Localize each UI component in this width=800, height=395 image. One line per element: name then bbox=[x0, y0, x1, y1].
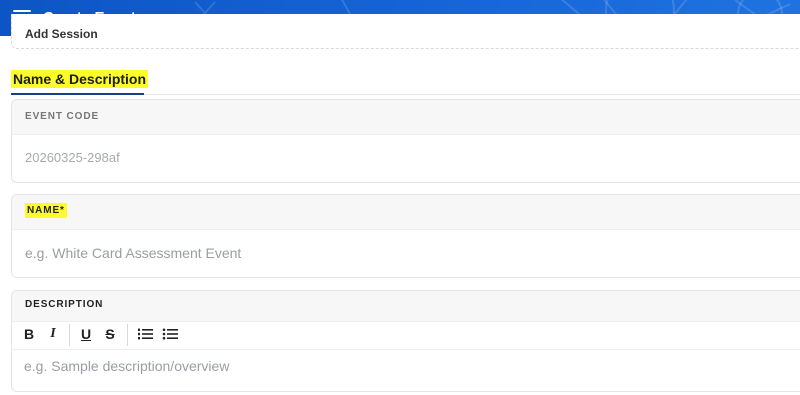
description-header: DESCRIPTION bbox=[12, 291, 800, 322]
add-session-card[interactable] bbox=[11, 14, 800, 49]
event-code-label: EVENT CODE bbox=[25, 111, 100, 122]
italic-glyph: I bbox=[50, 326, 56, 341]
section-title: Name & Description bbox=[11, 70, 149, 88]
name-input[interactable] bbox=[25, 245, 725, 261]
underline-icon[interactable]: U bbox=[77, 325, 95, 343]
event-code-card: EVENT CODE 20260325-298af bbox=[11, 99, 800, 183]
event-code-value: 20260325-298af bbox=[25, 150, 120, 165]
ordered-list-icon[interactable] bbox=[136, 325, 154, 343]
strikethrough-icon[interactable]: S bbox=[101, 325, 119, 343]
italic-icon[interactable]: I bbox=[44, 325, 62, 343]
toolbar-divider bbox=[11, 349, 800, 350]
add-session-label: Add Session bbox=[25, 27, 98, 41]
bold-glyph: B bbox=[23, 326, 35, 342]
bullet-list-svg bbox=[162, 328, 178, 340]
section-divider bbox=[144, 94, 800, 95]
toolbar-separator bbox=[127, 324, 128, 346]
name-label: NAME* bbox=[25, 203, 67, 218]
name-card: NAME* bbox=[11, 194, 800, 278]
name-header: NAME* bbox=[12, 195, 800, 230]
description-editor[interactable] bbox=[24, 358, 784, 382]
section-heading: Name & Description bbox=[11, 70, 149, 89]
ordered-list-svg bbox=[138, 328, 153, 340]
underline-glyph: U bbox=[80, 326, 92, 342]
strike-glyph: S bbox=[105, 326, 115, 342]
toolbar-separator bbox=[69, 324, 70, 346]
bold-icon[interactable]: B bbox=[20, 325, 38, 343]
event-code-header: EVENT CODE bbox=[12, 100, 800, 135]
bullet-list-icon[interactable] bbox=[161, 325, 179, 343]
description-input[interactable] bbox=[24, 358, 784, 374]
description-label: DESCRIPTION bbox=[25, 299, 104, 310]
rich-text-toolbar: B I U S bbox=[11, 321, 800, 349]
section-underline bbox=[11, 93, 144, 95]
